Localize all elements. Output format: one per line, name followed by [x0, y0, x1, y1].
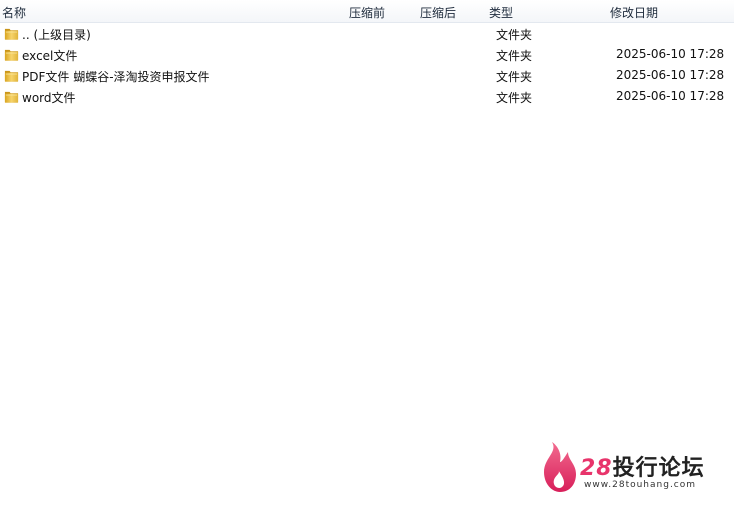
list-item-word[interactable]: word文件 文件夹 2025-06-10 17:28: [0, 86, 734, 107]
column-modified[interactable]: 修改日期: [610, 4, 658, 21]
file-type: 文件夹: [496, 49, 533, 63]
list-item-parent[interactable]: .. (上级目录) 文件夹: [0, 23, 734, 44]
folder-icon: [4, 28, 19, 40]
list-item-excel[interactable]: excel文件 文件夹 2025-06-10 17:28: [0, 44, 734, 65]
file-modified: 2025-06-10 17:28: [616, 68, 725, 82]
folder-icon: [4, 70, 19, 82]
column-header: 名称 压缩前 压缩后 类型 修改日期: [0, 0, 734, 23]
file-modified: 2025-06-10 17:28: [616, 89, 725, 103]
file-name: word文件: [22, 91, 76, 105]
file-browser: 名称 压缩前 压缩后 类型 修改日期 .. (上级目录) 文件夹 excel文件…: [0, 0, 734, 518]
file-type: 文件夹: [496, 28, 533, 42]
brand-title: 投行论坛: [612, 456, 705, 481]
folder-icon: [4, 91, 19, 103]
file-modified: 2025-06-10 17:28: [616, 47, 725, 61]
column-name[interactable]: 名称: [2, 4, 26, 21]
brand-number: 28: [580, 456, 613, 481]
column-before[interactable]: 压缩前: [349, 4, 385, 21]
folder-icon: [4, 49, 19, 61]
flame-icon: [544, 442, 576, 492]
column-after[interactable]: 压缩后: [420, 4, 456, 21]
file-name: excel文件: [22, 49, 78, 63]
watermark-logo: 28投行论坛 www.28touhang.com: [538, 440, 718, 496]
file-type: 文件夹: [496, 91, 533, 105]
file-list: .. (上级目录) 文件夹 excel文件 文件夹 2025-06-10 17:…: [0, 23, 734, 107]
list-item-pdf[interactable]: PDF文件 蝴蝶谷-泽淘投资申报文件 文件夹 2025-06-10 17:28: [0, 65, 734, 86]
file-name: PDF文件 蝴蝶谷-泽淘投资申报文件: [22, 70, 210, 84]
file-name: .. (上级目录): [22, 28, 91, 42]
column-type[interactable]: 类型: [489, 4, 513, 21]
brand-name: 28投行论坛: [580, 450, 705, 482]
file-type: 文件夹: [496, 70, 533, 84]
brand-url: www.28touhang.com: [584, 480, 697, 490]
